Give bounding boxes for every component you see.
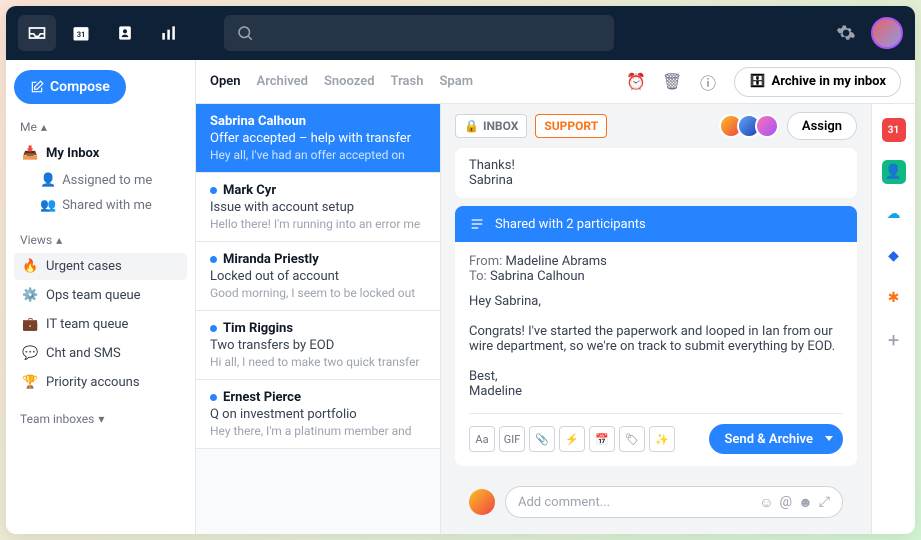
chevron-up-icon: ▴: [56, 233, 62, 247]
gif-icon[interactable]: GIF: [499, 426, 525, 452]
settings-icon[interactable]: [827, 15, 865, 51]
tab-snoozed[interactable]: Snoozed: [324, 74, 375, 89]
rail-hubspot-icon[interactable]: ✱: [882, 286, 906, 310]
mention-icon[interactable]: @: [779, 494, 792, 510]
tab-archived[interactable]: Archived: [257, 74, 308, 89]
from-value: Madeline Abrams: [506, 254, 607, 269]
magic-icon[interactable]: ✨: [649, 426, 675, 452]
assign-button[interactable]: Assign: [787, 112, 857, 140]
format-text-icon[interactable]: Aa: [469, 426, 495, 452]
thread-item[interactable]: Sabrina Calhoun Offer accepted – help wi…: [196, 104, 440, 173]
sidebar-shared-with-me[interactable]: 👥 Shared with me: [14, 194, 187, 217]
tag-icon[interactable]: 🏷: [619, 426, 645, 452]
sidebar-view-chat[interactable]: 💬Cht and SMS: [14, 340, 187, 367]
right-rail: 31 👤 ☁ ◆ ✱ +: [871, 104, 915, 534]
compose-toolbar: Aa GIF 📎 ⚡ 📅 🏷 ✨ Send & Archive: [469, 413, 843, 454]
lock-icon: 🔒: [464, 119, 479, 133]
trash-icon[interactable]: 🗑: [662, 72, 682, 91]
thread-item[interactable]: Mark Cyr Issue with account setup Hello …: [196, 173, 440, 242]
tab-open[interactable]: Open: [210, 74, 241, 89]
unread-dot-icon: [210, 187, 217, 194]
unread-dot-icon: [210, 256, 217, 263]
comment-input[interactable]: Add comment... ☺ @ ☻ ⤢: [505, 486, 843, 518]
nav-calendar-icon[interactable]: 31: [62, 15, 100, 51]
rail-salesforce-icon[interactable]: ☁: [882, 202, 906, 226]
share-icon: [469, 216, 485, 232]
participant-avatars[interactable]: [725, 114, 779, 138]
tab-spam[interactable]: Spam: [439, 74, 473, 89]
sidebar-view-ops[interactable]: ⚙️Ops team queue: [14, 282, 187, 309]
section-team-inboxes[interactable]: Team inboxes ▾: [14, 408, 187, 430]
tag-support[interactable]: SUPPORT: [535, 114, 607, 138]
sidebar-assigned-to-me[interactable]: 👤 Assigned to me: [14, 169, 187, 192]
svg-text:31: 31: [77, 30, 86, 39]
detail-pane: 🔒INBOX SUPPORT Assign Thanks! Sabrina: [441, 104, 871, 534]
comment-row: Add comment... ☺ @ ☻ ⤢: [455, 476, 857, 528]
archive-icon: 🗄: [749, 74, 766, 89]
thread-item[interactable]: Ernest Pierce Q on investment portfolio …: [196, 380, 440, 449]
tab-trash[interactable]: Trash: [391, 74, 424, 89]
unread-dot-icon: [210, 394, 217, 401]
chevron-up-icon: ▴: [41, 120, 47, 134]
compose-icon: [30, 80, 44, 94]
rail-add-icon[interactable]: +: [882, 328, 906, 352]
info-icon[interactable]: ⓘ: [698, 70, 718, 94]
expand-icon[interactable]: ⤢: [819, 494, 830, 510]
nav-inbox-icon[interactable]: [18, 15, 56, 51]
comment-avatar: [469, 489, 495, 515]
nav-contacts-icon[interactable]: [106, 15, 144, 51]
tag-inbox[interactable]: 🔒INBOX: [455, 114, 527, 138]
section-me[interactable]: Me ▴: [14, 116, 187, 138]
people-icon: 👥: [40, 198, 56, 213]
tabs-row: Open Archived Snoozed Trash Spam ⏰ 🗑 ⓘ 🗄…: [196, 60, 915, 104]
search-icon: [236, 24, 254, 42]
archive-in-my-inbox-button[interactable]: 🗄 Archive in my inbox: [734, 67, 901, 97]
calendar-insert-icon[interactable]: 📅: [589, 426, 615, 452]
person-icon: 👤: [40, 173, 56, 188]
snooze-icon[interactable]: ⏰: [626, 72, 646, 91]
user-avatar[interactable]: [871, 17, 903, 49]
attachment-icon[interactable]: 📎: [529, 426, 555, 452]
thread-list: Sabrina Calhoun Offer accepted – help wi…: [196, 104, 441, 534]
message-body: From: Madeline Abrams To: Sabrina Calhou…: [455, 242, 857, 466]
rail-contact-icon[interactable]: 👤: [882, 160, 906, 184]
quick-reply-icon[interactable]: ⚡: [559, 426, 585, 452]
thread-item[interactable]: Tim Riggins Two transfers by EOD Hi all,…: [196, 311, 440, 380]
send-archive-button[interactable]: Send & Archive: [709, 424, 844, 454]
compose-label: Compose: [50, 79, 110, 95]
rail-jira-icon[interactable]: ◆: [882, 244, 906, 268]
chevron-down-icon: ▾: [98, 412, 104, 426]
inbox-small-icon: 📥: [22, 146, 38, 161]
unread-dot-icon: [210, 325, 217, 332]
to-value: Sabrina Calhoun: [490, 269, 585, 284]
previous-message: Thanks! Sabrina: [455, 148, 857, 198]
sidebar-my-inbox[interactable]: 📥 My Inbox: [14, 140, 187, 167]
avatar-small: [755, 114, 779, 138]
sidebar-view-priority[interactable]: 🏆Priority accouns: [14, 369, 187, 396]
search-input[interactable]: [224, 15, 614, 51]
emoji-icon[interactable]: ☺: [759, 494, 773, 511]
compose-button[interactable]: Compose: [14, 70, 126, 104]
thread-item[interactable]: Miranda Priestly Locked out of account G…: [196, 242, 440, 311]
shared-banner: Shared with 2 participants: [455, 206, 857, 242]
nav-analytics-icon[interactable]: [150, 15, 188, 51]
section-views[interactable]: Views ▴: [14, 229, 187, 251]
emoji2-icon[interactable]: ☻: [798, 494, 813, 511]
sidebar-view-it[interactable]: 💼IT team queue: [14, 311, 187, 338]
sidebar-view-urgent[interactable]: 🔥Urgent cases: [14, 253, 187, 280]
top-bar: 31: [6, 6, 915, 60]
rail-calendar-icon[interactable]: 31: [882, 118, 906, 142]
sidebar: Compose Me ▴ 📥 My Inbox 👤 Assigned to me…: [6, 60, 196, 534]
